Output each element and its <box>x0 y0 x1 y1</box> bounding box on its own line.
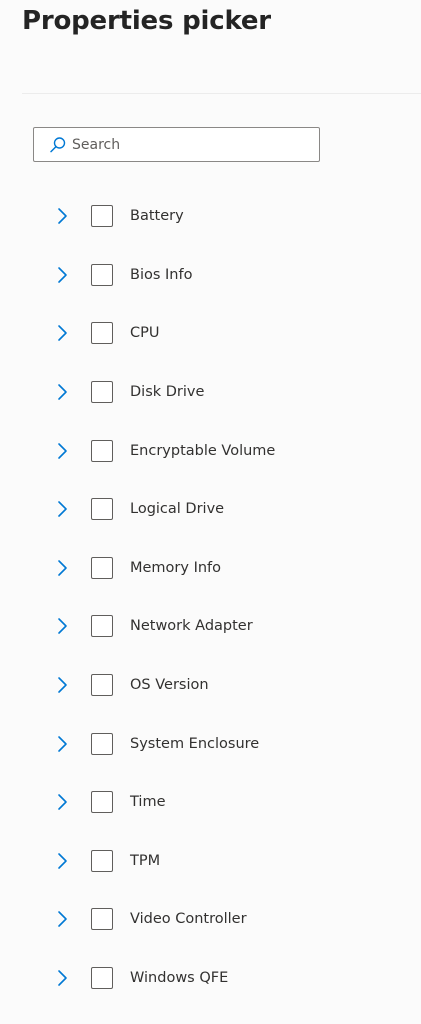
property-checkbox-system-enclosure[interactable] <box>91 732 113 755</box>
property-label: Network Adapter <box>130 618 253 635</box>
expand-chevron-right-icon[interactable] <box>52 792 72 812</box>
property-checkbox-windows-qfe[interactable] <box>91 967 113 990</box>
expand-chevron-right-icon[interactable] <box>52 734 72 754</box>
expand-chevron-right-icon[interactable] <box>52 382 72 402</box>
property-label: CPU <box>130 325 160 342</box>
property-label: Windows QFE <box>130 970 229 987</box>
property-row-disk-drive: Disk Drive <box>0 363 421 422</box>
expand-chevron-right-icon[interactable] <box>52 441 72 461</box>
property-label: Memory Info <box>130 559 222 576</box>
property-row-time: Time <box>0 773 421 832</box>
expand-chevron-right-icon[interactable] <box>52 558 72 578</box>
expand-chevron-right-icon[interactable] <box>52 206 72 226</box>
property-row-video-controller: Video Controller <box>0 890 421 949</box>
header-divider <box>22 93 421 94</box>
search-icon <box>42 127 74 162</box>
search-input[interactable] <box>72 136 302 153</box>
property-checkbox-logical-drive[interactable] <box>91 498 113 521</box>
property-row-memory-info: Memory Info <box>0 539 421 598</box>
property-label: Disk Drive <box>130 384 205 401</box>
property-checkbox-cpu[interactable] <box>91 322 113 345</box>
property-checkbox-encryptable-volume[interactable] <box>91 439 113 462</box>
property-label: Battery <box>130 208 184 225</box>
property-label: OS Version <box>130 677 209 694</box>
search-box[interactable] <box>33 127 320 162</box>
property-checkbox-network-adapter[interactable] <box>91 615 113 638</box>
property-label: Encryptable Volume <box>130 442 276 459</box>
property-label: Video Controller <box>130 911 247 928</box>
property-checkbox-memory-info[interactable] <box>91 556 113 579</box>
property-label: Time <box>130 794 166 811</box>
property-checkbox-video-controller[interactable] <box>91 908 113 931</box>
property-label: System Enclosure <box>130 735 260 752</box>
property-row-windows-qfe: Windows QFE <box>0 949 421 1008</box>
property-checkbox-time[interactable] <box>91 791 113 814</box>
expand-chevron-right-icon[interactable] <box>52 968 72 988</box>
properties-list: Battery Bios Info CPU Disk Drive Encrypt… <box>0 187 421 1007</box>
properties-picker-panel: Properties picker Battery Bios Info <box>0 0 421 1024</box>
property-checkbox-disk-drive[interactable] <box>91 381 113 404</box>
expand-chevron-right-icon[interactable] <box>52 265 72 285</box>
expand-chevron-right-icon[interactable] <box>52 909 72 929</box>
property-row-network-adapter: Network Adapter <box>0 597 421 656</box>
property-row-os-version: OS Version <box>0 656 421 715</box>
property-row-logical-drive: Logical Drive <box>0 480 421 539</box>
property-checkbox-tpm[interactable] <box>91 849 113 872</box>
expand-chevron-right-icon[interactable] <box>52 616 72 636</box>
property-row-cpu: CPU <box>0 304 421 363</box>
page-title: Properties picker <box>22 6 271 36</box>
property-checkbox-bios-info[interactable] <box>91 263 113 286</box>
property-checkbox-os-version[interactable] <box>91 674 113 697</box>
property-checkbox-battery[interactable] <box>91 205 113 228</box>
expand-chevron-right-icon[interactable] <box>52 323 72 343</box>
property-row-system-enclosure: System Enclosure <box>0 714 421 773</box>
property-row-battery: Battery <box>0 187 421 246</box>
property-label: TPM <box>130 852 161 869</box>
property-label: Bios Info <box>130 266 193 283</box>
property-row-encryptable-volume: Encryptable Volume <box>0 421 421 480</box>
expand-chevron-right-icon[interactable] <box>52 499 72 519</box>
property-row-tpm: TPM <box>0 832 421 891</box>
property-row-bios-info: Bios Info <box>0 246 421 305</box>
property-label: Logical Drive <box>130 501 225 518</box>
expand-chevron-right-icon[interactable] <box>52 675 72 695</box>
expand-chevron-right-icon[interactable] <box>52 851 72 871</box>
